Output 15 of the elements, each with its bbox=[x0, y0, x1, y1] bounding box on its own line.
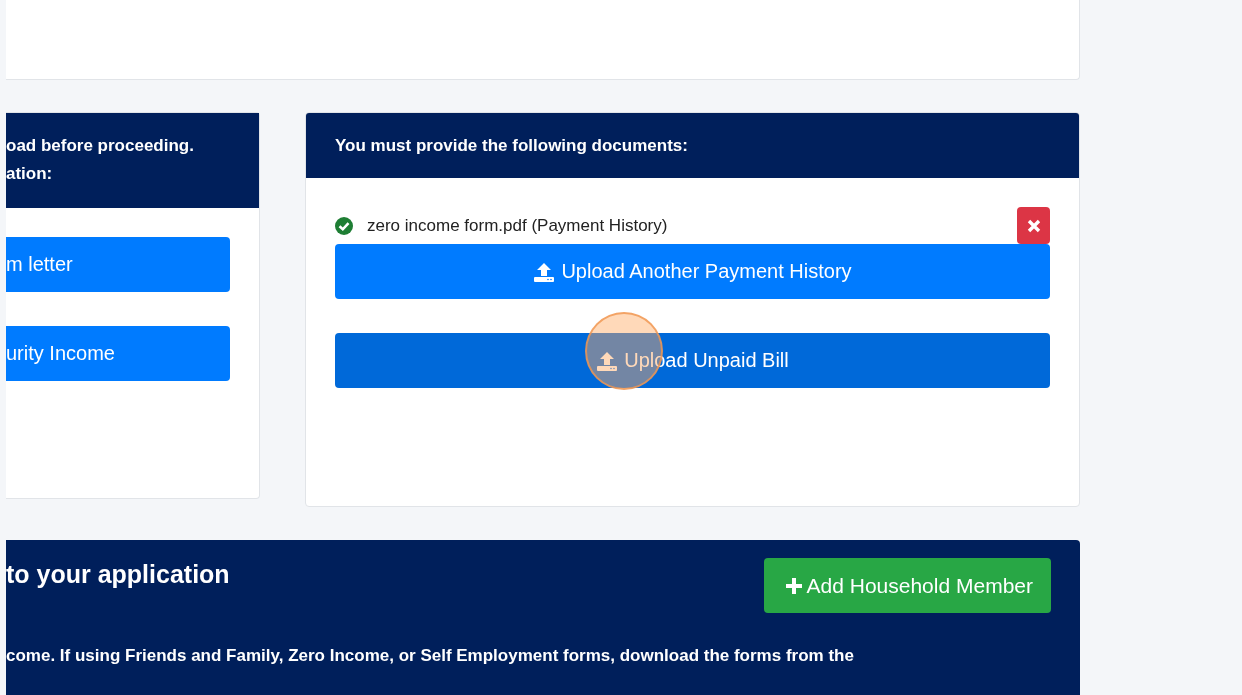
upload-button[interactable]: urity Income bbox=[6, 326, 230, 381]
close-icon bbox=[1026, 218, 1041, 233]
remove-file-button[interactable] bbox=[1017, 207, 1050, 244]
uploaded-file-name: zero income form.pdf (Payment History) bbox=[367, 215, 668, 236]
panel-header-text: oad before proceeding. bbox=[6, 135, 195, 157]
upload-button[interactable]: m letter bbox=[6, 237, 230, 292]
panel-header-text: ation: bbox=[6, 163, 54, 185]
panel-header-text: You must provide the following documents: bbox=[335, 135, 688, 156]
upload-icon bbox=[533, 261, 556, 282]
plus-icon bbox=[784, 576, 803, 595]
section-title: to your application bbox=[6, 559, 230, 589]
upload-button[interactable]: Upload Another Payment History bbox=[335, 244, 1050, 299]
upload-icon bbox=[596, 350, 619, 371]
instructions-text: come. If using Friends and Family, Zero Income, or Self Employment forms, download the forms from the bbox=[6, 646, 855, 666]
add-household-member-button[interactable]: Add Household Member bbox=[763, 558, 1051, 613]
